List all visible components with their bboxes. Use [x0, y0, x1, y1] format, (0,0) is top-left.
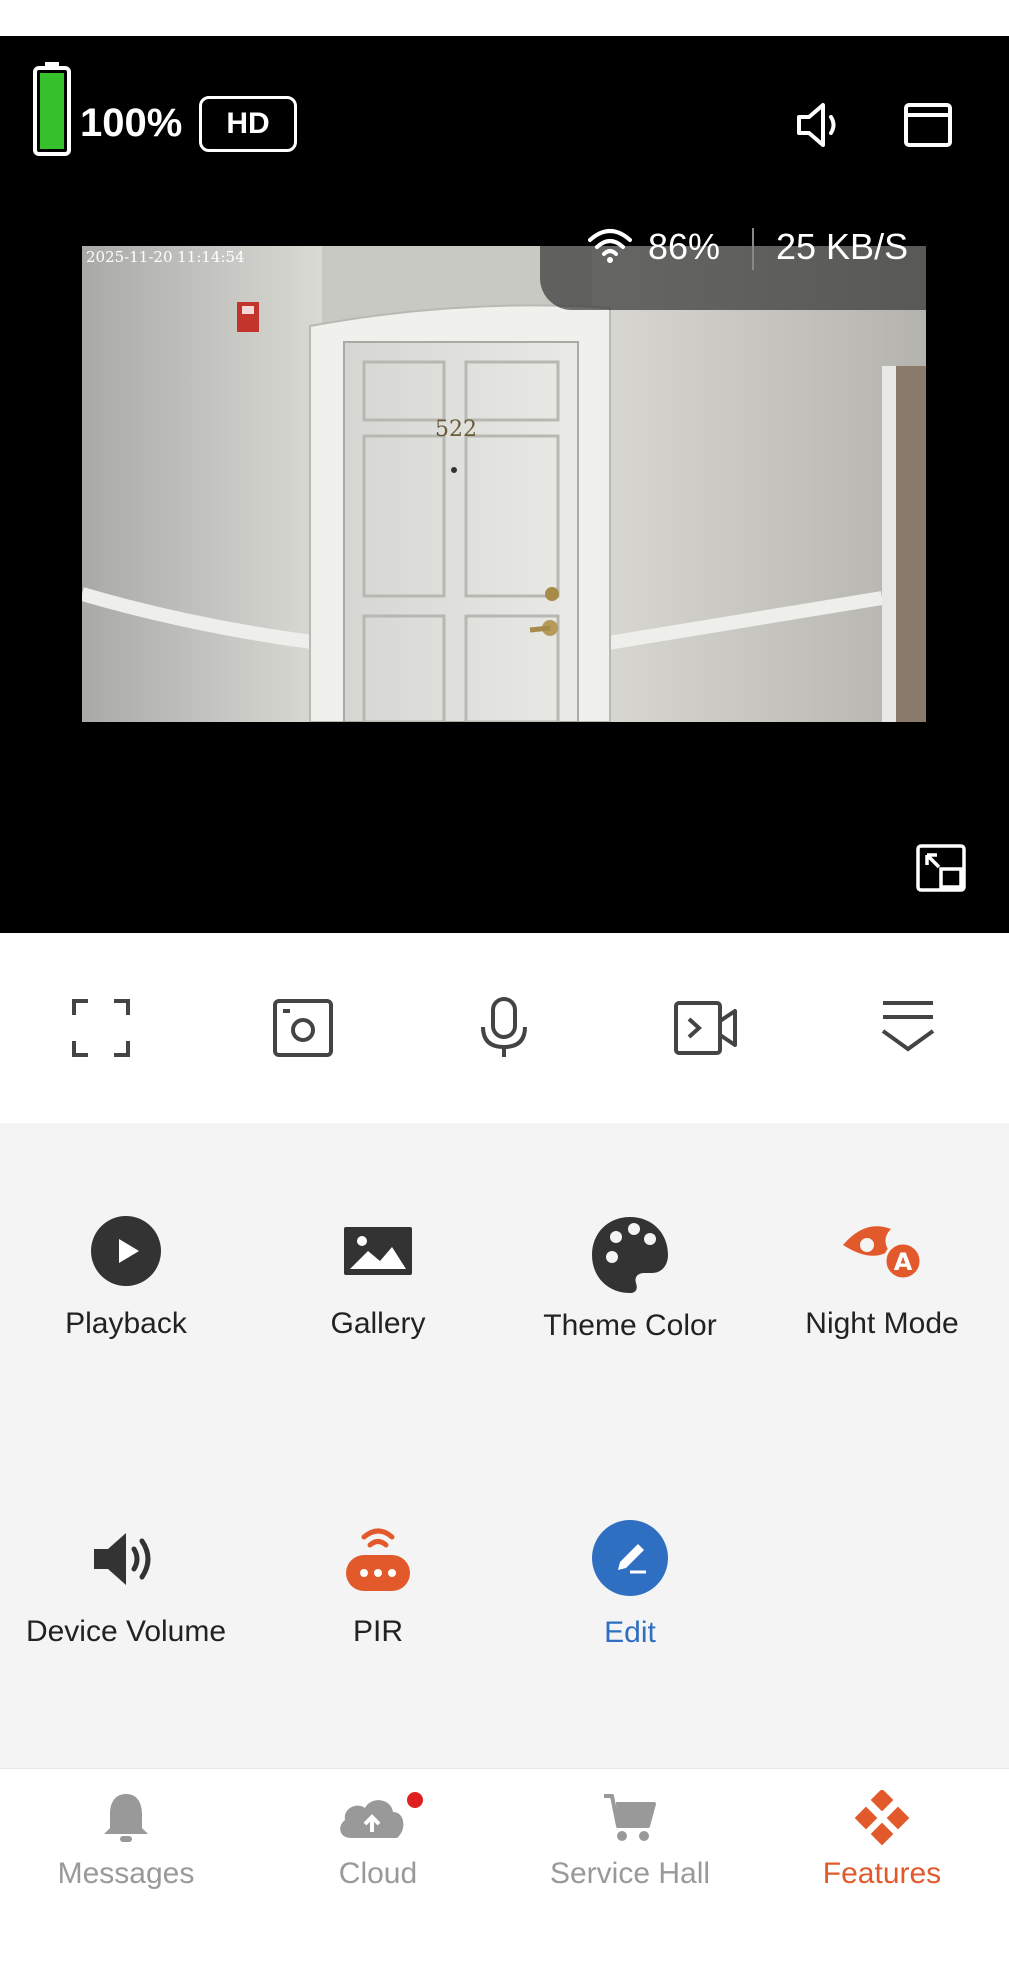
feature-label: Playback	[65, 1307, 187, 1340]
quality-button[interactable]: HD	[199, 96, 297, 152]
edit-icon	[592, 1520, 668, 1596]
feature-label: PIR	[352, 1615, 403, 1648]
mute-speaker-icon[interactable]	[793, 99, 845, 151]
wifi-icon	[588, 229, 632, 263]
feature-gallery[interactable]: Gallery	[252, 1215, 504, 1341]
nav-label: Cloud	[338, 1857, 418, 1890]
bell-icon	[104, 1794, 148, 1842]
battery-icon	[33, 62, 71, 156]
feature-device-volume[interactable]: Device Volume	[0, 1523, 252, 1649]
door-number: 522	[435, 417, 477, 442]
nav-label: Service Hall	[549, 1857, 711, 1890]
status-divider	[752, 228, 754, 270]
nav-label: Features	[822, 1857, 942, 1890]
battery-level: 100%	[80, 101, 183, 145]
collapse-icon[interactable]	[875, 995, 941, 1061]
microphone-icon[interactable]	[471, 995, 537, 1061]
fullscreen-icon[interactable]	[68, 995, 134, 1061]
features-icon	[854, 1788, 910, 1846]
snapshot-icon[interactable]	[270, 995, 336, 1061]
signal-strength: 86%	[648, 226, 721, 267]
nav-features[interactable]: Features	[756, 1788, 1008, 1891]
screen-layout-icon[interactable]	[903, 102, 953, 148]
play-icon	[91, 1216, 161, 1286]
palette-icon	[592, 1217, 668, 1293]
feature-label: Theme Color	[543, 1309, 717, 1342]
speaker-icon	[94, 1533, 151, 1585]
feature-pir[interactable]: PIR	[252, 1523, 504, 1649]
feature-label: Edit	[604, 1616, 656, 1649]
feature-edit[interactable]: Edit	[504, 1520, 756, 1650]
video-timestamp: 2025-11-20 11:14:54	[86, 248, 245, 266]
nav-service-hall[interactable]: Service Hall	[504, 1790, 756, 1891]
camera-feed[interactable]: 522	[82, 246, 926, 722]
status-strip	[0, 0, 1009, 36]
nav-label: Messages	[57, 1857, 195, 1890]
feature-label: Device Volume	[25, 1615, 227, 1648]
cloud-upload-icon	[340, 1792, 423, 1838]
picture-in-picture-icon[interactable]	[915, 843, 967, 893]
svg-text:A: A	[894, 1248, 913, 1276]
feature-theme-color[interactable]: Theme Color	[504, 1215, 756, 1343]
stream-speed: 25 KB/S	[776, 226, 909, 267]
feature-night-mode[interactable]: A Night Mode	[756, 1215, 1008, 1341]
cart-icon	[604, 1794, 656, 1841]
feature-label: Gallery	[330, 1307, 426, 1340]
feature-playback[interactable]: Playback	[0, 1215, 252, 1341]
feature-label: Night Mode	[805, 1307, 959, 1340]
notification-dot	[407, 1792, 423, 1808]
record-icon[interactable]	[673, 995, 739, 1061]
pir-icon	[346, 1528, 410, 1591]
night-mode-icon: A	[843, 1226, 923, 1281]
nav-cloud[interactable]: Cloud	[252, 1790, 504, 1891]
nav-messages[interactable]: Messages	[0, 1790, 252, 1891]
image-icon	[344, 1227, 412, 1275]
